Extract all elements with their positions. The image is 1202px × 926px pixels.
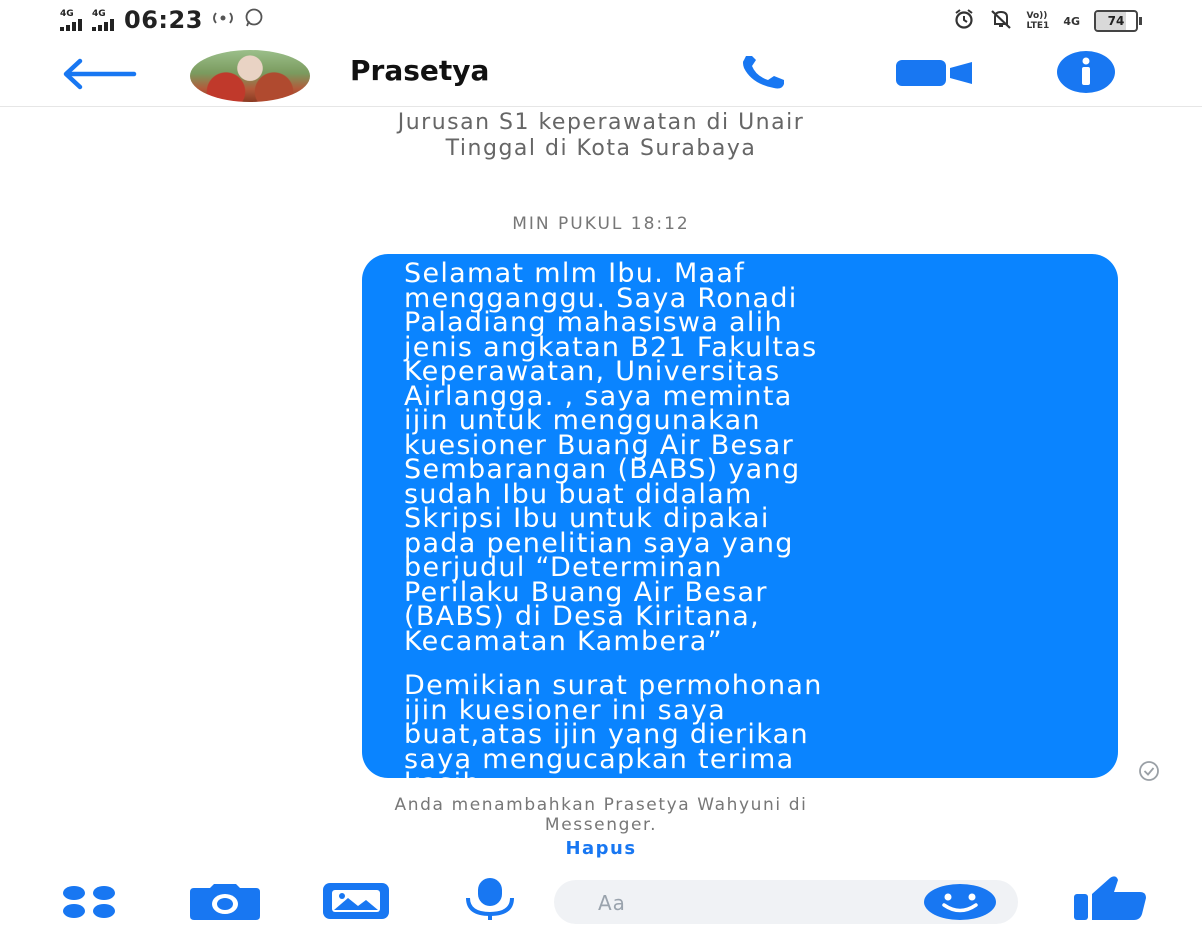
chat-header: Prasetya (0, 44, 1202, 107)
signal-strength-icon-2: 4G (92, 9, 114, 31)
like-button[interactable] (1070, 874, 1150, 926)
gallery-button[interactable] (320, 880, 392, 926)
voice-call-button[interactable] (738, 54, 810, 98)
profile-intro-line-2: Tinggal di Kota Surabaya (445, 136, 757, 161)
message-input-container (554, 880, 1018, 924)
delivered-check-icon (1138, 760, 1160, 786)
message-composer (0, 872, 1202, 926)
back-button[interactable] (58, 56, 138, 92)
camera-button[interactable] (186, 882, 264, 926)
microphone-icon (466, 878, 514, 920)
mute-icon (989, 8, 1013, 34)
remove-link[interactable]: Hapus (0, 838, 1202, 859)
thumbs-up-icon (1074, 876, 1146, 920)
back-arrow-icon (63, 58, 137, 90)
profile-intro-line-1: Jurusan S1 keperawatan di Unair (397, 110, 805, 135)
message-input[interactable] (596, 886, 920, 920)
battery-percent: 74 (1107, 14, 1125, 28)
message-bubble-outgoing[interactable]: Selamat mlm Ibu. Maaf mengganggu. Saya R… (362, 254, 1118, 797)
camera-icon (190, 884, 260, 920)
message-paragraph-1: Selamat mlm Ibu. Maaf mengganggu. Saya R… (404, 258, 818, 657)
phone-icon (743, 56, 784, 89)
hotspot-icon (211, 10, 235, 30)
status-time: 06:23 (124, 6, 203, 34)
message-paragraph-2: Demikian surat permohonan ijin kuesioner… (404, 670, 823, 799)
avatar[interactable] (190, 50, 310, 102)
status-bar-left: 4G 4G 06:23 (60, 6, 265, 34)
message-timestamp: MIN PUKUL 18:12 (512, 214, 690, 234)
gallery-icon (323, 883, 389, 919)
emoji-icon (924, 884, 996, 920)
whatsapp-icon (243, 8, 265, 32)
info-button[interactable] (1056, 50, 1116, 98)
video-call-button[interactable] (894, 58, 974, 92)
system-note-line-2: Messenger. (544, 815, 658, 835)
video-camera-icon (896, 60, 972, 86)
apps-button[interactable] (58, 882, 122, 926)
system-note-line-1: Anda menambahkan Prasetya Wahyuni di (394, 795, 808, 815)
apps-grid-icon (63, 886, 115, 918)
alarm-icon (953, 8, 975, 34)
status-bar-right: Vo)) LTE1 4G 74 (953, 8, 1142, 34)
contact-name[interactable]: Prasetya (350, 54, 489, 87)
status-bar: 4G 4G 06:23 Vo)) LTE1 4G 74 (0, 0, 1202, 44)
emoji-button[interactable] (922, 882, 998, 926)
info-icon (1057, 51, 1115, 93)
signal-strength-icon: 4G (60, 9, 82, 31)
voice-message-button[interactable] (458, 876, 522, 926)
volte-indicator: Vo)) LTE1 (1026, 11, 1050, 31)
network-type-indicator: 4G (1063, 14, 1080, 28)
battery-icon: 74 (1094, 10, 1142, 32)
